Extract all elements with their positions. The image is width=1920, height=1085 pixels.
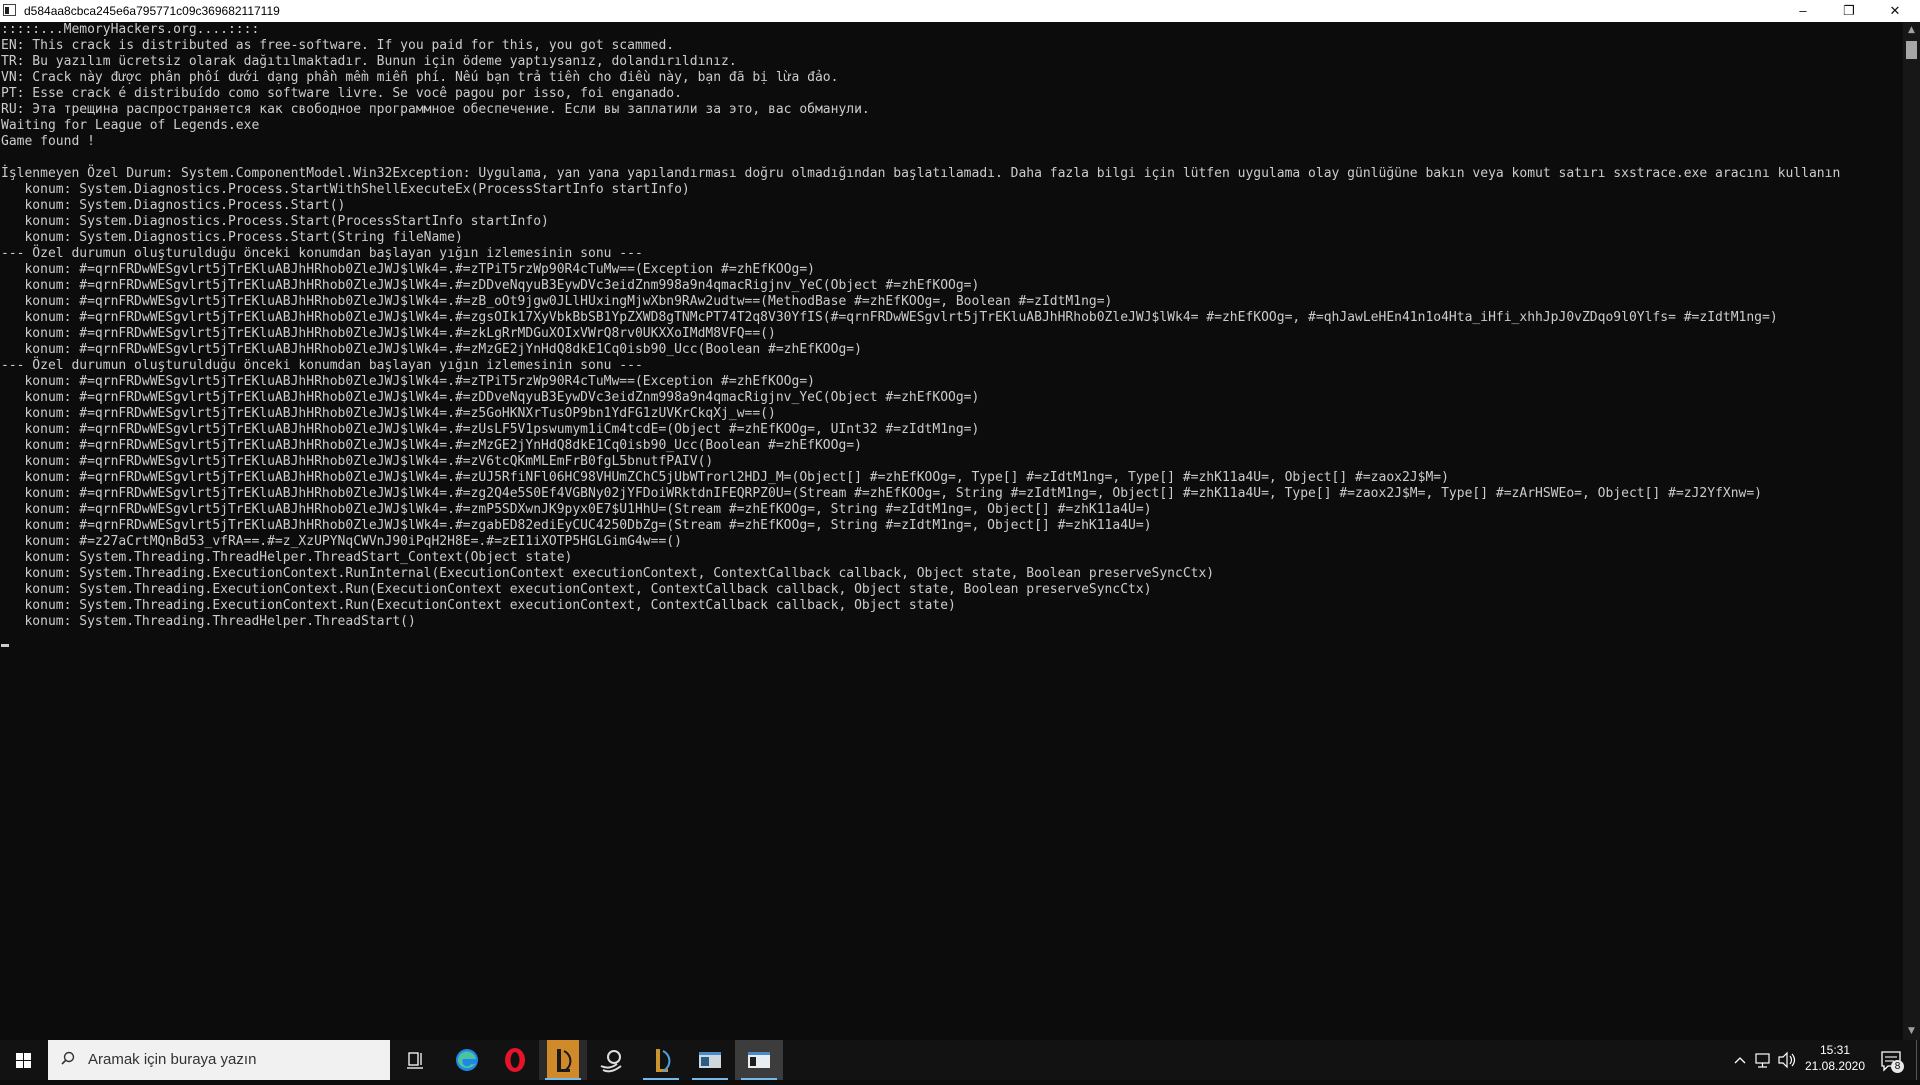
text-cursor (1, 644, 9, 647)
console-line: konum: #=qrnFRDwWESgvlrt5jTrEKluABJhHRho… (1, 502, 1152, 517)
console-line: konum: #=qrnFRDwWESgvlrt5jTrEKluABJhHRho… (1, 326, 776, 341)
steam-like-taskbar-button[interactable] (587, 1040, 635, 1080)
console-line: VN: Crack này được phân phối dưới dạng p… (1, 70, 839, 85)
console-line: konum: #=qrnFRDwWESgvlrt5jTrEKluABJhHRho… (1, 486, 1762, 501)
console-line: konum: #=qrnFRDwWESgvlrt5jTrEKluABJhHRho… (1, 278, 980, 293)
console-line: İşlenmeyen Özel Durum: System.ComponentM… (1, 166, 1841, 181)
console-line: EN: This crack is distributed as free-so… (1, 38, 675, 53)
console-line: konum: #=qrnFRDwWESgvlrt5jTrEKluABJhHRho… (1, 518, 1152, 533)
clock-date: 21.08.2020 (1804, 1059, 1866, 1073)
show-desktop-button[interactable] (1916, 1040, 1920, 1080)
window-app-taskbar-button[interactable] (686, 1040, 734, 1080)
console-line: konum: System.Threading.ThreadHelper.Thr… (1, 614, 416, 629)
title-bar: d584aa8cbca245e6a795771c09c369682117119 … (0, 0, 1920, 22)
close-button[interactable]: ✕ (1872, 0, 1918, 22)
console-line: konum: System.Threading.ExecutionContext… (1, 598, 956, 613)
console-line: --- Özel durumun oluşturulduğu önceki ko… (1, 246, 643, 261)
console-line: Waiting for League of Legends.exe (1, 118, 260, 133)
network-icon (1755, 1053, 1770, 1068)
console-output[interactable]: :::::...MemoryHackers.org....:::: EN: Thi… (0, 22, 1903, 1040)
vertical-scrollbar[interactable]: ▲ ▼ (1903, 22, 1920, 1040)
search-icon (61, 1051, 75, 1065)
console-line: konum: System.Threading.ExecutionContext… (1, 566, 1215, 581)
console-line: konum: #=qrnFRDwWESgvlrt5jTrEKluABJhHRho… (1, 438, 862, 453)
minimize-button[interactable]: – (1780, 0, 1826, 22)
console-line: konum: #=qrnFRDwWESgvlrt5jTrEKluABJhHRho… (1, 374, 815, 389)
league-client-taskbar-button[interactable] (539, 1040, 587, 1080)
console-line: konum: #=qrnFRDwWESgvlrt5jTrEKluABJhHRho… (1, 294, 1113, 309)
console-line: konum: #=qrnFRDwWESgvlrt5jTrEKluABJhHRho… (1, 406, 776, 421)
console-line: PT: Esse crack é distribuído como softwa… (1, 86, 682, 101)
scroll-up-arrow[interactable]: ▲ (1903, 22, 1920, 39)
console-line: konum: #=qrnFRDwWESgvlrt5jTrEKluABJhHRho… (1, 422, 980, 437)
console-line: konum: #=qrnFRDwWESgvlrt5jTrEKluABJhHRho… (1, 310, 1778, 325)
task-view-icon (407, 1052, 423, 1069)
console-window-icon (3, 4, 16, 16)
league-launcher-icon (656, 1049, 671, 1072)
console-line: --- Özel durumun oluşturulduğu önceki ko… (1, 358, 643, 373)
console-app-taskbar-button[interactable] (735, 1040, 783, 1080)
console-app-icon (748, 1052, 770, 1068)
console-line: konum: System.Diagnostics.Process.Start(… (1, 198, 346, 213)
console-line: konum: System.Threading.ThreadHelper.Thr… (1, 550, 573, 565)
restore-button[interactable]: ❐ (1826, 0, 1872, 22)
edge-taskbar-button[interactable] (443, 1040, 491, 1080)
console-line: konum: #=qrnFRDwWESgvlrt5jTrEKluABJhHRho… (1, 342, 862, 357)
task-view-button[interactable] (392, 1040, 440, 1080)
action-center-button[interactable]: 8 (1874, 1040, 1908, 1080)
window-app-icon (699, 1052, 721, 1068)
console-line: TR: Bu yazılım ücretsiz olarak dağıtılma… (1, 54, 737, 69)
windows-logo-icon (16, 1053, 31, 1068)
opera-taskbar-button[interactable] (491, 1040, 539, 1080)
chevron-up-icon (1734, 1057, 1746, 1064)
console-line: konum: System.Threading.ExecutionContext… (1, 582, 1152, 597)
console-line: :::::...MemoryHackers.org....:::: (1, 22, 260, 37)
edge-icon (456, 1049, 478, 1071)
league-launcher-taskbar-button[interactable] (637, 1040, 685, 1080)
console-line: konum: #=qrnFRDwWESgvlrt5jTrEKluABJhHRho… (1, 454, 714, 469)
start-button[interactable] (0, 1040, 48, 1080)
console-line: konum: System.Diagnostics.Process.Start(… (1, 214, 549, 229)
taskbar: Aramak için buraya yazın 15:31 21.08.202… (0, 1040, 1920, 1080)
clock-time: 15:31 (1819, 1043, 1851, 1057)
notification-icon (1881, 1051, 1901, 1072)
console-line: konum: System.Diagnostics.Process.Start(… (1, 230, 463, 245)
taskbar-clock[interactable]: 15:31 21.08.2020 (1800, 1042, 1870, 1074)
console-line: RU: Эта трещина распространяется как сво… (1, 102, 870, 117)
notification-count-badge: 8 (1891, 1060, 1904, 1073)
window-title: d584aa8cbca245e6a795771c09c369682117119 (24, 4, 280, 18)
console-line: konum: #=qrnFRDwWESgvlrt5jTrEKluABJhHRho… (1, 390, 980, 405)
volume-tray-button[interactable] (1776, 1040, 1798, 1080)
scroll-thumb[interactable] (1906, 41, 1917, 59)
console-line: konum: System.Diagnostics.Process.StartW… (1, 182, 690, 197)
console-line: konum: #=qrnFRDwWESgvlrt5jTrEKluABJhHRho… (1, 262, 815, 277)
scroll-down-arrow[interactable]: ▼ (1903, 1023, 1920, 1040)
console-line: konum: #=qrnFRDwWESgvlrt5jTrEKluABJhHRho… (1, 470, 1449, 485)
console-line: konum: #=z27aCrtMQnBd53_vfRA==.#=z_XzUPY… (1, 534, 682, 549)
league-client-icon (547, 1040, 579, 1080)
show-hidden-icons-button[interactable] (1730, 1040, 1750, 1080)
search-placeholder: Aramak için buraya yazın (88, 1051, 257, 1068)
steam-like-icon (600, 1050, 622, 1073)
speaker-icon (1778, 1051, 1796, 1069)
console-line: Game found ! (1, 134, 95, 149)
opera-icon (505, 1048, 525, 1072)
network-tray-button[interactable] (1752, 1040, 1774, 1080)
taskbar-search-box[interactable]: Aramak için buraya yazın (48, 1040, 390, 1080)
